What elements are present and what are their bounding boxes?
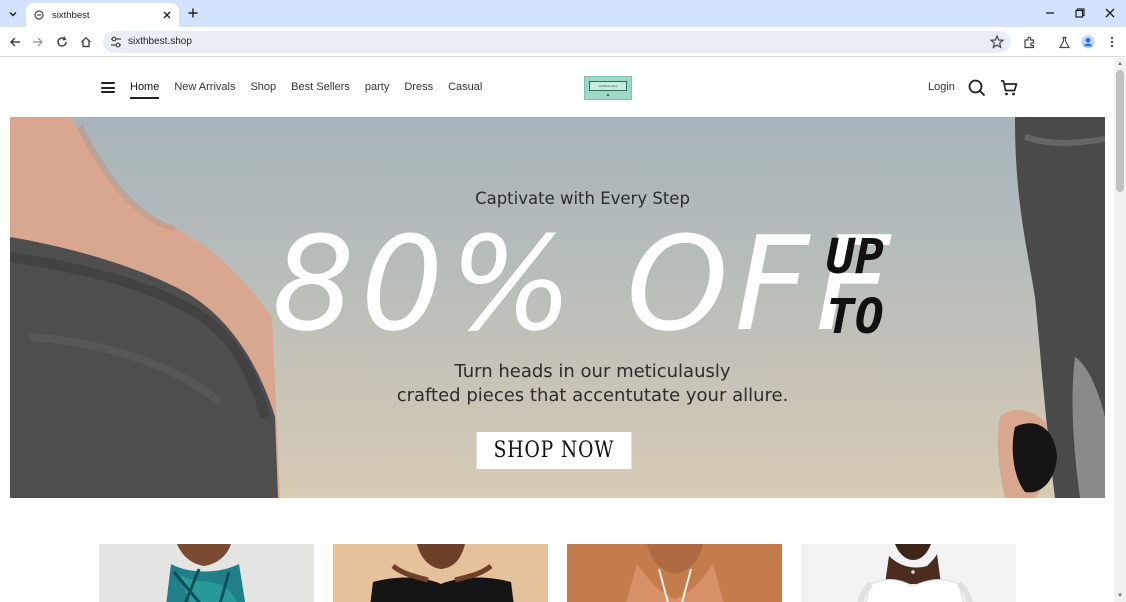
product-grid	[99, 544, 1019, 602]
hero-upto-line1: UP	[826, 229, 884, 285]
nav-item-party[interactable]: party	[365, 80, 389, 99]
chrome-menu-icon[interactable]	[1103, 33, 1121, 51]
login-link[interactable]: Login	[928, 81, 955, 93]
nav-item-dress[interactable]: Dress	[404, 80, 433, 99]
minimize-icon[interactable]	[1039, 4, 1061, 22]
browser-tab[interactable]: sixthbest	[26, 3, 179, 27]
scroll-down-arrow-icon[interactable]: ▼	[1117, 593, 1123, 599]
shop-now-button[interactable]: SHOP NOW	[476, 432, 632, 469]
browser-tab-strip: sixthbest	[0, 0, 1126, 27]
product-image-white-dress[interactable]	[801, 544, 1016, 602]
site-favicon-icon	[34, 10, 44, 20]
hero-discount-text: 80% OFF	[272, 208, 897, 360]
hero-subtitle-line2: crafted pieces that accentutate your all…	[396, 385, 789, 406]
web-page: Home New Arrivals Shop Best Sellers part…	[0, 58, 1114, 602]
tab-search-chevron-icon[interactable]	[4, 5, 22, 23]
hamburger-menu-icon[interactable]	[101, 82, 115, 93]
nav-item-best-sellers[interactable]: Best Sellers	[291, 80, 350, 99]
hero-subtitle-line1: Turn heads in our meticulausly	[454, 361, 731, 382]
product-image-halter-dress[interactable]	[567, 544, 782, 602]
nav-item-casual[interactable]: Casual	[448, 80, 482, 99]
hero-model-left-image	[10, 117, 280, 498]
hero-subtitle: Turn heads in our meticulausly crafted p…	[10, 360, 1105, 408]
browser-toolbar: sixthbest.shop	[0, 27, 1126, 57]
restore-icon[interactable]	[1069, 4, 1091, 22]
hero-tagline: Captivate with Every Step	[475, 189, 690, 208]
search-icon[interactable]	[968, 79, 986, 97]
scrollbar-thumb[interactable]	[1116, 70, 1124, 192]
nav-item-new-arrivals[interactable]: New Arrivals	[174, 80, 235, 99]
logo-mark-icon: ▲	[605, 92, 611, 98]
close-window-icon[interactable]	[1099, 4, 1121, 22]
hero-upto-line2: TO	[826, 289, 884, 345]
forward-icon[interactable]	[29, 33, 47, 51]
product-image-black-dress[interactable]	[333, 544, 548, 602]
address-bar[interactable]: sixthbest.shop	[103, 31, 1011, 53]
close-tab-icon[interactable]	[159, 7, 175, 23]
cart-icon[interactable]	[1000, 79, 1018, 97]
hero-model-right-image	[997, 117, 1105, 498]
back-icon[interactable]	[6, 33, 24, 51]
site-logo[interactable]: sixthbest.shop ▲	[584, 76, 632, 100]
reload-icon[interactable]	[53, 33, 71, 51]
page-scrollbar[interactable]: ▲ ▼	[1114, 58, 1126, 602]
new-tab-icon[interactable]	[185, 5, 201, 21]
main-navigation: Home New Arrivals Shop Best Sellers part…	[130, 80, 497, 99]
extensions-icon[interactable]	[1020, 33, 1038, 51]
lab-flask-icon[interactable]	[1055, 33, 1073, 51]
nav-item-home[interactable]: Home	[130, 80, 160, 99]
bookmark-star-icon[interactable]	[989, 34, 1005, 50]
profile-avatar-icon[interactable]	[1079, 33, 1097, 51]
nav-item-shop[interactable]: Shop	[250, 80, 276, 99]
hero-upto-text: UP TO	[826, 227, 906, 347]
tab-title: sixthbest	[52, 9, 90, 21]
site-info-icon[interactable]	[109, 35, 123, 49]
home-icon[interactable]	[77, 33, 95, 51]
hero-banner[interactable]: Captivate with Every Step 80% OFF UP TO …	[10, 117, 1105, 498]
scroll-up-arrow-icon[interactable]: ▲	[1117, 61, 1123, 67]
product-image-teal-dress[interactable]	[99, 544, 314, 602]
logo-text: sixthbest.shop	[589, 81, 627, 91]
url-text: sixthbest.shop	[128, 36, 192, 47]
